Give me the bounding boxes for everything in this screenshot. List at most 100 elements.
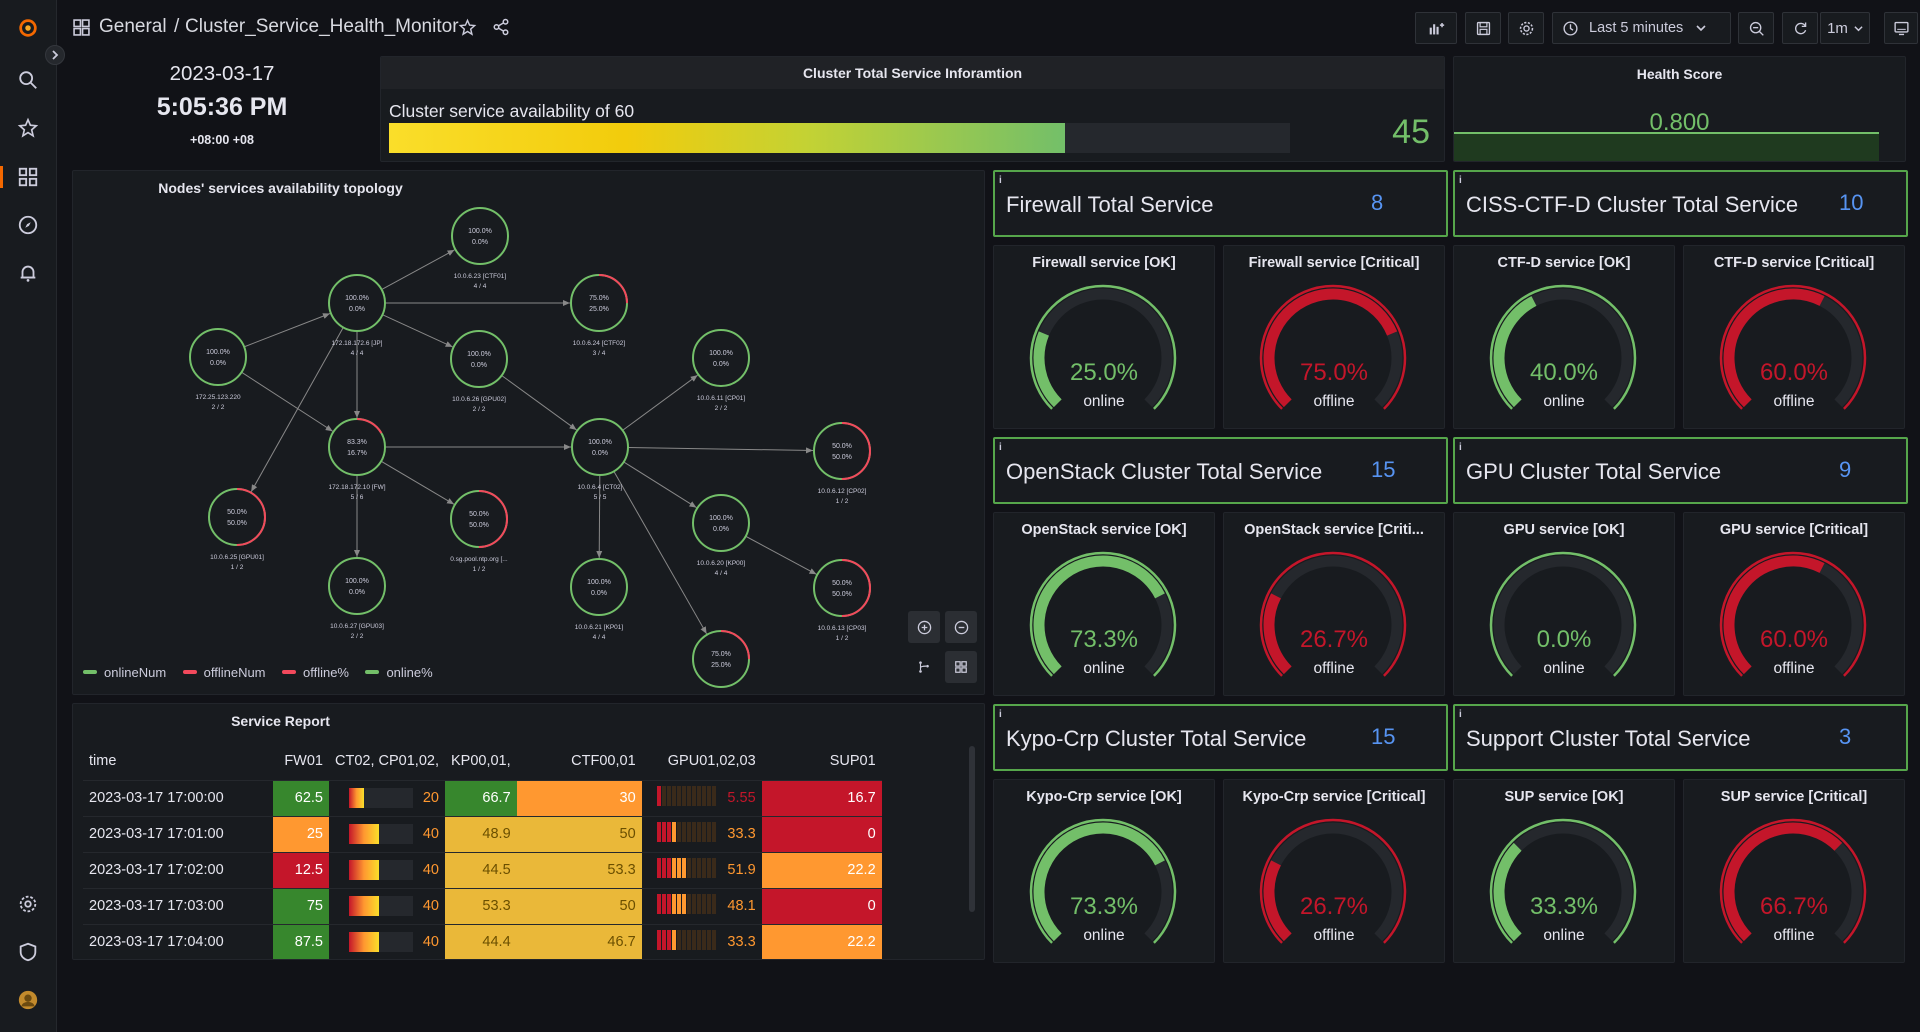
gauge-panel-ok[interactable]: OpenStack service [OK] 73.3% online [993,512,1215,696]
node-name: 10.0.6.20 [KP00] [697,560,746,567]
column-header[interactable]: CTF00,01 [517,742,642,780]
info-icon[interactable]: i [1459,442,1462,453]
gauge-panel-ok[interactable]: CTF-D service [OK] 40.0% online [1453,245,1675,429]
zoom-out-icon [954,620,968,634]
gauge-panel-ok[interactable]: SUP service [OK] 33.3% online [1453,779,1675,963]
health-score-panel[interactable]: Health Score 0.800 [1453,56,1906,162]
grafana-logo-icon[interactable] [14,14,42,42]
topology-node[interactable]: 50.0% 50.0% 10.0.6.12 [CP02] 1 / 2 [813,422,871,505]
table-row[interactable]: 2023-03-17 17:04:00 87.5 40 44.4 46.7 33.3 22.… [83,924,882,959]
topology-node[interactable]: 50.0% 50.0% 0.sg.pool.ntp.org [... 1 / 2 [450,490,508,573]
cell-gpu: 5.55 [642,780,762,816]
topology-node[interactable]: 100.0% 0.0% 172.25.123.220 2 / 2 [189,328,247,411]
user-avatar-icon[interactable] [14,986,42,1014]
column-header[interactable]: SUP01 [762,742,882,780]
cluster-info-panel[interactable]: Cluster Total Service Inforamtion Cluste… [380,56,1445,162]
group-title: Firewall Total Service [1006,192,1214,217]
gauge-panel-crit[interactable]: OpenStack service [Criti... 26.7% offline [1223,512,1445,696]
topology-node[interactable]: 100.0% 0.0% 10.0.6.26 [GPU02] 2 / 2 [450,330,508,413]
topology-node[interactable]: 50.0% 50.0% 10.0.6.13 [CP03] 1 / 2 [813,559,871,642]
zoom-out-button[interactable] [1738,12,1774,44]
node-count: 2 / 2 [351,633,364,640]
topology-node[interactable]: 75.0% 25.0% 10.0.6.24 [CTF02] 3 / 4 [570,274,628,357]
explore-compass-icon[interactable] [14,211,42,239]
group-header-panel[interactable]: i Support Cluster Total Service 3 [1453,704,1908,771]
topology-node[interactable]: 83.3% 16.7% 172.18.172.10 [FW] 5 / 6 [328,418,386,501]
zoom-out-graph-button[interactable] [945,611,977,643]
share-icon[interactable] [492,18,510,41]
dashboard-settings-button[interactable] [1508,12,1544,44]
group-header-panel[interactable]: i OpenStack Cluster Total Service 15 [993,437,1448,504]
topology-node[interactable]: 100.0% 0.0% 10.0.6.21 [KP01] 4 / 4 [570,558,628,641]
topology-node[interactable]: 100.0% 0.0% 10.0.6.20 [KP00] 4 / 4 [692,494,750,577]
alerting-bell-icon[interactable] [14,259,42,287]
star-icon[interactable] [14,114,42,142]
shield-icon[interactable] [14,938,42,966]
gauge-panel-ok[interactable]: Firewall service [OK] 25.0% online [993,245,1215,429]
info-icon[interactable]: i [999,175,1002,186]
gauge-panel-crit[interactable]: Kypo-Crp service [Critical] 26.7% offline [1223,779,1445,963]
cell-sup01: 22.2 [761,924,882,959]
group-header-panel[interactable]: i Kypo-Crp Cluster Total Service 15 [993,704,1448,771]
layout-tree-button[interactable] [908,651,940,683]
gauge-panel-crit[interactable]: CTF-D service [Critical] 60.0% offline [1683,245,1905,429]
topology-node[interactable]: 50.0% 50.0% 10.0.6.25 [GPU01] 1 / 2 [208,488,266,571]
column-header[interactable]: FW01 [273,742,329,780]
view-mode-button[interactable] [1884,12,1918,44]
refresh-button[interactable] [1782,12,1818,44]
gauge-panel-crit[interactable]: SUP service [Critical] 66.7% offline [1683,779,1905,963]
breadcrumb-root[interactable]: General [99,16,167,38]
table-row[interactable]: 2023-03-17 17:02:00 12.5 40 44.5 53.3 51.9 22.… [83,852,882,888]
dashboard-title[interactable]: Cluster_Service_Health_Monitor [185,16,459,38]
group-header-panel[interactable]: i Firewall Total Service 8 [993,170,1448,237]
add-panel-button[interactable] [1415,12,1457,44]
cell-bar [348,788,413,808]
zoom-in-button[interactable] [908,611,940,643]
topology-node[interactable]: 100.0% 0.0% 172.18.172.6 [JP] 4 / 4 [328,274,386,357]
expand-menu-button[interactable] [45,45,65,65]
report-table[interactable]: time FW01 CT02, CP01,02, KP00,01, CTF00,… [83,742,882,959]
node-count: 5 / 5 [594,494,607,501]
info-icon[interactable]: i [999,442,1002,453]
favorite-star-icon[interactable] [458,18,477,42]
topology-node[interactable]: 100.0% 0.0% 10.0.6.4 [CT02] 5 / 5 [571,418,629,501]
topology-node[interactable]: 75.0% 25.0% [692,630,750,688]
gauge-panel-crit[interactable]: GPU service [Critical] 60.0% offline [1683,512,1905,696]
group-header-panel[interactable]: i GPU Cluster Total Service 9 [1453,437,1908,504]
column-header[interactable]: KP00,01, [445,742,517,780]
table-row[interactable]: 2023-03-17 17:01:00 25 40 48.9 50 33.3 0 [83,816,882,852]
refresh-interval-picker[interactable]: 1m [1820,12,1870,44]
topology-graph[interactable]: 100.0%0.0%172.25.123.2202 / 2 100.0%0.0%1… [73,171,985,695]
topology-legend: onlineNum offlineNum offline% online% [83,661,445,680]
column-header[interactable]: GPU01,02,03 [642,742,762,780]
gauge-label: offline [1773,393,1815,410]
cell-fw01: 75 [273,888,329,924]
search-icon[interactable] [14,66,42,94]
node-count: 1 / 2 [473,566,486,573]
cell-led-bar [657,858,717,882]
info-icon[interactable]: i [999,709,1002,720]
gauge-panel-ok[interactable]: Kypo-Crp service [OK] 73.3% online [993,779,1215,963]
info-icon[interactable]: i [1459,175,1462,186]
gauge-panel-crit[interactable]: Firewall service [Critical] 75.0% offline [1223,245,1445,429]
topology-node[interactable]: 100.0% 0.0% 10.0.6.11 [CP01] 2 / 2 [692,329,750,412]
table-row[interactable]: 2023-03-17 17:03:00 75 40 53.3 50 48.1 0 [83,888,882,924]
topology-panel[interactable]: Nodes' services availability topology 10… [72,170,985,695]
info-icon[interactable]: i [1459,709,1462,720]
column-header[interactable]: CT02, CP01,02, [329,742,445,780]
topology-node[interactable]: 100.0% 0.0% 10.0.6.27 [GPU03] 2 / 2 [328,557,386,640]
settings-gear-icon[interactable] [14,890,42,918]
gauge-panel-ok[interactable]: GPU service [OK] 0.0% online [1453,512,1675,696]
group-header-panel[interactable]: i CISS-CTF-D Cluster Total Service 10 [1453,170,1908,237]
cell-ct02: 40 [329,852,445,888]
dashboards-icon[interactable] [14,163,42,191]
table-row[interactable]: 2023-03-17 17:00:00 62.5 20 66.7 30 5.55 16.7 [83,780,882,816]
table-scrollbar[interactable] [969,746,975,912]
save-button[interactable] [1465,12,1501,44]
cell-sup01: 0 [761,888,882,924]
column-header[interactable]: time [83,742,273,780]
service-report-panel[interactable]: Service Report time FW01 CT02, CP01,02, … [72,703,985,960]
layout-grid-button[interactable] [945,651,977,683]
topology-node[interactable]: 100.0% 0.0% 10.0.6.23 [CTF01] 4 / 4 [451,207,509,290]
time-range-picker[interactable]: Last 5 minutes [1552,12,1731,44]
